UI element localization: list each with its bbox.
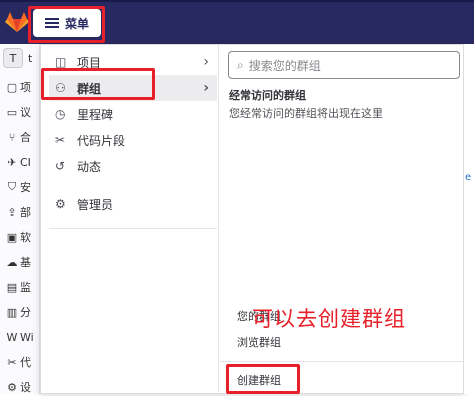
menu-item-label: 群组 xyxy=(77,81,102,96)
menu-item-snippets[interactable]: ✂ 代码片段 xyxy=(49,127,217,153)
groups-submenu: ⌕ 搜索您的群组 经常访问的群组 您经常访问的群组将出现在这里 您的群组 浏览群… xyxy=(220,45,464,393)
sidebar-item[interactable]: ✂ 代 xyxy=(6,353,40,371)
menu-item-admin[interactable]: ⚙ 管理员 xyxy=(49,191,217,217)
menu-nav-column: ◫ 项目 › ⚇ 群组 › ◷ 里程碑 ✂ 代码片段 ↺ 动态 ⚙ 管理员 xyxy=(41,45,219,393)
group-search-input[interactable]: ⌕ 搜索您的群组 xyxy=(228,51,460,79)
project-icon: ▢ xyxy=(6,80,18,94)
chevron-right-icon: › xyxy=(203,80,209,96)
sidebar-item[interactable]: ✈ CI xyxy=(6,153,40,171)
menu-item-label: 管理员 xyxy=(77,197,114,212)
package-icon: ▣ xyxy=(6,230,18,244)
history-icon: ↺ xyxy=(55,159,66,173)
sidebar-item[interactable]: ⚙ 设 xyxy=(6,378,40,396)
sidebar-item-label: 项 xyxy=(20,81,31,94)
menu-item-groups[interactable]: ⚇ 群组 › xyxy=(49,75,217,101)
project-avatar[interactable]: T xyxy=(3,48,23,68)
sidebar-item[interactable]: ☁ 基 xyxy=(6,253,40,271)
submenu-footer-separator xyxy=(220,361,464,362)
menu-item-milestones[interactable]: ◷ 里程碑 xyxy=(49,101,217,127)
menu-item-label: 动态 xyxy=(77,159,102,174)
sidebar-item[interactable]: W Wi xyxy=(6,328,40,346)
menu-button-label: 菜单 xyxy=(64,16,89,31)
merge-icon: ⑂ xyxy=(8,130,16,144)
chart-icon: ▥ xyxy=(6,305,18,319)
create-group-link[interactable]: 创建群组 xyxy=(237,372,281,388)
edge-fragment: e xyxy=(465,172,472,183)
cloud-icon: ☁ xyxy=(6,255,18,269)
sidebar-item[interactable]: ▢ 项 xyxy=(6,78,40,96)
annotation-text: 可以去创建群组 xyxy=(252,307,406,331)
sidebar-item-label: 合 xyxy=(20,131,31,144)
sidebar-item-label: CI xyxy=(20,155,31,169)
sidebar-item[interactable]: ▤ 监 xyxy=(6,278,40,296)
sidebar-item-label: Wi xyxy=(20,330,34,344)
sidebar-item-label: 监 xyxy=(20,281,31,294)
explore-groups-link[interactable]: 浏览群组 xyxy=(237,334,281,350)
sidebar-item-label: 设 xyxy=(20,381,31,394)
sidebar-item[interactable]: ▭ 议 xyxy=(6,103,40,121)
scissors-icon: ✂ xyxy=(55,133,66,147)
menu-button[interactable]: 菜单 xyxy=(33,9,101,37)
sidebar-item[interactable]: ▣ 软 xyxy=(6,228,40,246)
doc-icon: ▭ xyxy=(6,105,18,119)
sidebar-item[interactable]: ▥ 分 xyxy=(6,303,40,321)
frequent-groups-title: 经常访问的群组 xyxy=(229,89,306,102)
top-navbar: 菜单 xyxy=(0,0,474,44)
menu-separator xyxy=(49,228,217,229)
menu-item-activity[interactable]: ↺ 动态 xyxy=(49,153,217,179)
admin-icon: ⚙ xyxy=(55,197,66,211)
clock-icon: ◷ xyxy=(55,107,66,121)
sidebar-item[interactable]: ⑂ 合 xyxy=(6,128,40,146)
snippet-icon: ✂ xyxy=(7,355,17,369)
chevron-right-icon: › xyxy=(203,54,209,70)
project-name-initial[interactable]: t xyxy=(28,49,40,67)
sidebar-item-label: 软 xyxy=(20,231,31,244)
deploy-icon: ⇪ xyxy=(7,205,17,219)
sidebar-item[interactable]: ⇪ 部 xyxy=(6,203,40,221)
wiki-icon: W xyxy=(6,330,18,344)
top-border xyxy=(0,0,474,2)
frequent-groups-empty: 您经常访问的群组将出现在这里 xyxy=(229,107,383,120)
sidebar-item[interactable]: ⛉ 安 xyxy=(6,178,40,196)
sidebar-item-label: 议 xyxy=(20,106,31,119)
menu-item-label: 代码片段 xyxy=(77,133,126,148)
main-menu-dropdown: ◫ 项目 › ⚇ 群组 › ◷ 里程碑 ✂ 代码片段 ↺ 动态 ⚙ 管理员 ⌕ 搜索您的群组 经常访问的群… xyxy=(40,44,464,394)
page-content-edge: e xyxy=(464,44,474,394)
rocket-icon: ✈ xyxy=(7,155,17,169)
sidebar-item-label: 安 xyxy=(20,181,31,194)
search-icon: ⌕ xyxy=(237,57,244,72)
shield-icon: ⛉ xyxy=(7,180,17,193)
sidebar-item-label: 分 xyxy=(20,306,31,319)
sidebar-item-label: 代 xyxy=(20,356,31,369)
settings-icon: ⚙ xyxy=(7,380,17,394)
group-icon: ⚇ xyxy=(55,81,66,95)
search-placeholder: 搜索您的群组 xyxy=(248,58,321,73)
gitlab-logo-icon[interactable] xyxy=(4,9,30,35)
menu-item-label: 里程碑 xyxy=(77,107,114,122)
project-icon: ◫ xyxy=(55,55,67,69)
hamburger-icon xyxy=(44,18,59,28)
menu-item-projects[interactable]: ◫ 项目 › xyxy=(49,49,217,75)
monitor-icon: ▤ xyxy=(6,280,18,294)
sidebar-item-label: 部 xyxy=(20,206,31,219)
menu-item-label: 项目 xyxy=(77,55,102,70)
sidebar-item-label: 基 xyxy=(20,256,31,269)
